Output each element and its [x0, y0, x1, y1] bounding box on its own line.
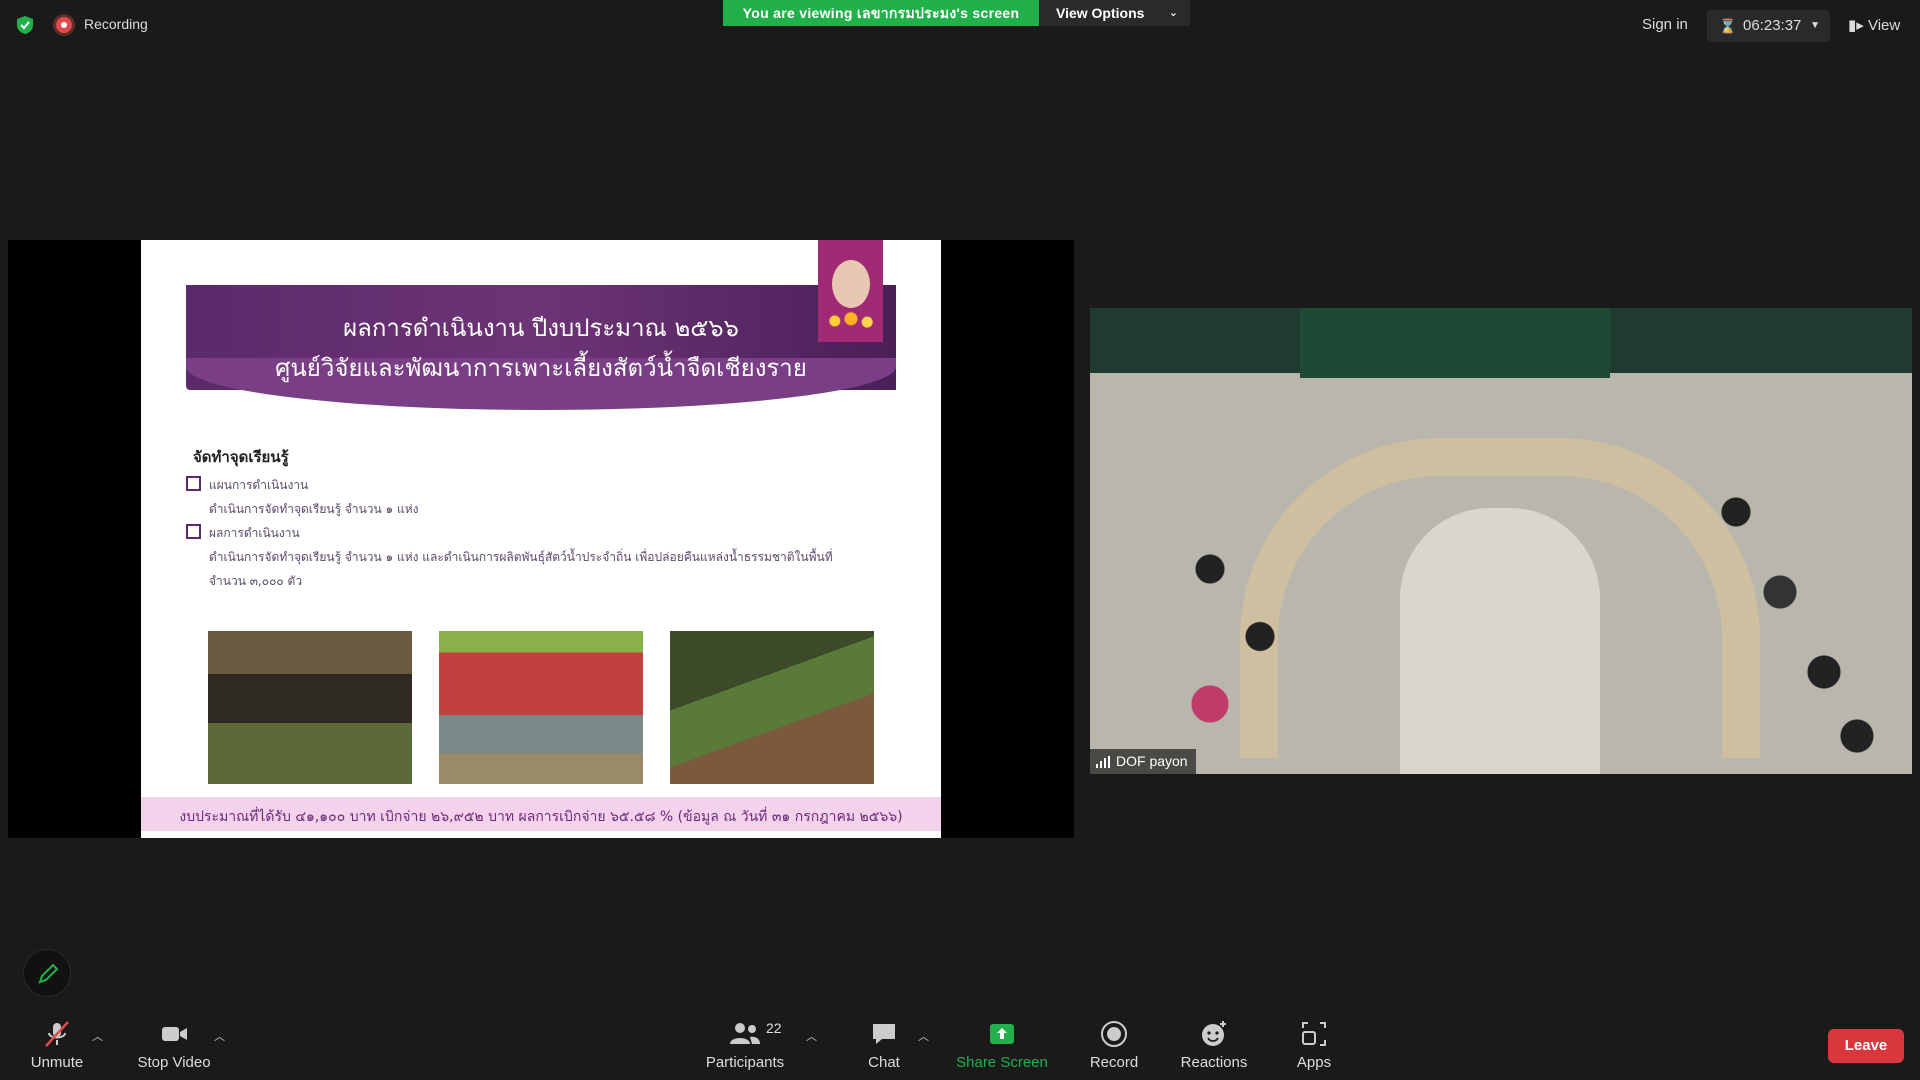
participants-icon [730, 1023, 760, 1044]
video-options-caret[interactable]: ︿ [214, 1028, 225, 1044]
participant-video[interactable] [1090, 308, 1912, 774]
record-button[interactable]: Record [1086, 1020, 1142, 1071]
pencil-icon [38, 963, 59, 984]
view-options-button[interactable]: View Options ⌄ [1040, 0, 1190, 26]
share-screen-icon [990, 1024, 1014, 1044]
video-camera-icon [162, 1027, 187, 1041]
participants-count: 22 [766, 1020, 782, 1036]
participants-button[interactable]: 22 Participants [702, 1020, 788, 1071]
slide-photo-group [208, 631, 412, 784]
participants-options-caret[interactable]: ︿ [806, 1028, 817, 1044]
slide-photo-release [670, 631, 874, 784]
record-icon [1101, 1021, 1127, 1047]
bullet-detail: ดำเนินการจัดทำจุดเรียนรู้ จำนวน ๑ แห่ง แ… [209, 550, 833, 564]
slide-subheading: จัดทำจุดเรียนรู้ [193, 448, 289, 466]
slide-photo-sign [439, 631, 643, 784]
meeting-timer[interactable]: ⌛ 06:23:37 ▼ [1707, 10, 1830, 42]
slide-title-line1: ผลการดำเนินงาน ปีงบประมาณ ๒๕๖๖ [343, 314, 739, 342]
bullet-detail-cont: จำนวน ๓,๐๐๐ ตัว [209, 574, 303, 588]
bullet-label: ผลการดำเนินงาน [209, 526, 300, 540]
stop-video-button[interactable]: Stop Video [134, 1020, 214, 1071]
video-people-right [1670, 448, 1890, 768]
participant-name: DOF payon [1116, 753, 1188, 769]
share-screen-button[interactable]: Share Screen [956, 1020, 1048, 1071]
unmute-button[interactable]: Unmute [26, 1020, 88, 1071]
participants-label: Participants [705, 1054, 785, 1071]
view-button[interactable]: ▮▸ View [1848, 16, 1900, 34]
reactions-icon [1202, 1021, 1226, 1046]
hourglass-icon: ⌛ [1719, 18, 1737, 34]
reactions-label: Reactions [1180, 1054, 1248, 1071]
portrait-flowers [824, 310, 878, 332]
portrait-image [818, 240, 883, 342]
annotate-button[interactable] [23, 949, 71, 997]
portrait-face [832, 260, 870, 308]
reactions-button[interactable]: Reactions [1178, 1020, 1250, 1071]
viewing-banner: You are viewing เลขากรมประมง's screen [723, 0, 1039, 26]
mic-muted-icon [45, 1021, 69, 1047]
participant-name-tag: DOF payon [1090, 749, 1196, 774]
timer-value: 06:23:37 [1743, 17, 1802, 34]
record-label: Record [1089, 1054, 1139, 1071]
checkbox-bullet-icon [186, 524, 201, 539]
audio-options-caret[interactable]: ︿ [92, 1028, 103, 1044]
video-people-left [1150, 488, 1350, 758]
apps-label: Apps [1296, 1054, 1332, 1071]
presentation-slide: ผลการดำเนินงาน ปีงบประมาณ ๒๕๖๖ ศูนย์วิจั… [141, 240, 941, 838]
layout-icon: ▮▸ [1848, 17, 1864, 34]
leave-button[interactable]: Leave [1828, 1029, 1904, 1063]
view-label: View [1867, 17, 1901, 34]
signal-bars-icon [1096, 756, 1110, 768]
slide-footer-text: งบประมาณที่ได้รับ ๔๑,๑๐๐ บาท เบิกจ่าย ๒๖… [179, 809, 903, 825]
slide-title-line2: ศูนย์วิจัยและพัฒนาการเพาะเลี้ยงสัตว์น้ำจ… [275, 354, 807, 382]
chat-button[interactable]: Chat [864, 1020, 904, 1071]
shield-icon[interactable] [15, 15, 35, 35]
share-screen-label: Share Screen [956, 1054, 1048, 1071]
bullet-label: แผนการดำเนินงาน [209, 478, 309, 492]
chat-options-caret[interactable]: ︿ [918, 1028, 929, 1044]
checkbox-bullet-icon [186, 476, 201, 491]
chat-icon [873, 1024, 895, 1044]
chevron-down-icon: ⌄ [1168, 7, 1178, 19]
sign-in-button[interactable]: Sign in [1642, 16, 1688, 33]
view-options-label: View Options [1056, 5, 1145, 21]
apps-icon [1302, 1022, 1326, 1046]
video-wall-board [1300, 308, 1610, 378]
apps-button[interactable]: Apps [1294, 1020, 1334, 1071]
bullet-detail: ดำเนินการจัดทำจุดเรียนรู้ จำนวน ๑ แห่ง [209, 502, 419, 516]
recording-label[interactable]: Recording [84, 16, 148, 32]
unmute-label: Unmute [30, 1054, 84, 1071]
stop-video-label: Stop Video [137, 1054, 211, 1071]
chevron-down-icon: ▼ [1810, 20, 1820, 31]
recording-icon[interactable] [56, 17, 72, 33]
chat-label: Chat [868, 1054, 900, 1071]
